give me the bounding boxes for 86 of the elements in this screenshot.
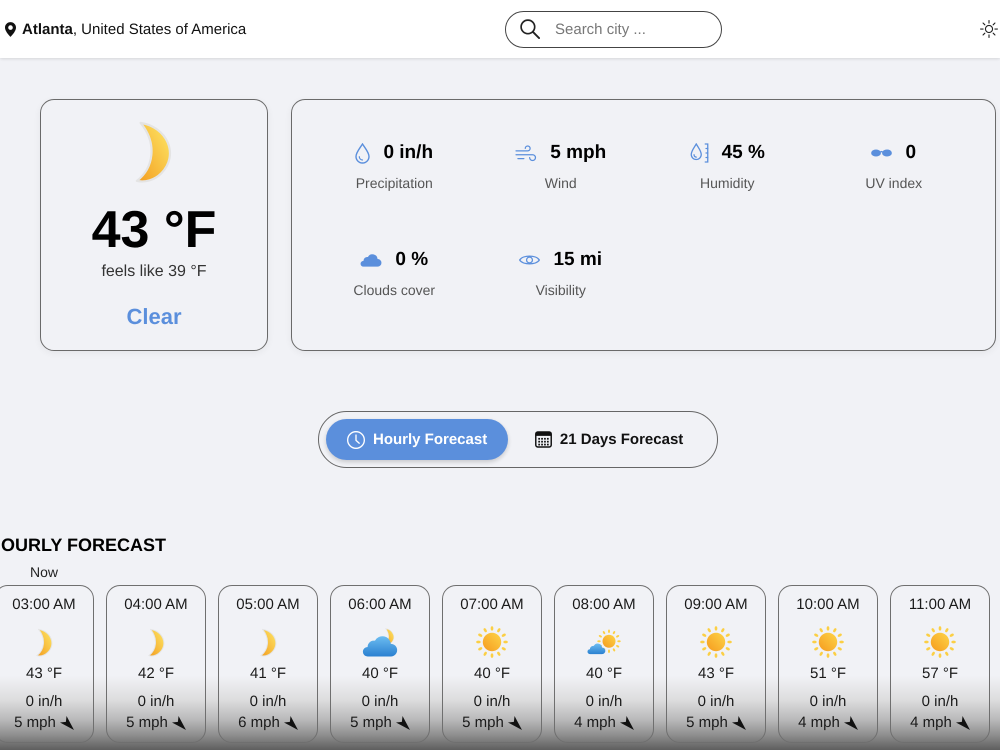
crescent-moon-icon [260, 628, 276, 656]
hour-precipitation: 0 in/h [250, 693, 286, 711]
sun-icon [924, 626, 956, 658]
hour-wind-speed: 5 mph [14, 714, 56, 732]
navigation-arrow-icon [844, 716, 858, 730]
hour-wind-speed: 5 mph [350, 714, 392, 732]
clock-icon [347, 430, 365, 448]
water-drop-icon [355, 142, 370, 164]
sun-icon[interactable] [980, 20, 998, 38]
hour-wind-speed: 5 mph [686, 714, 728, 732]
navigation-arrow-icon [508, 716, 522, 730]
hour-temperature: 41 °F [250, 665, 286, 683]
detail-value: 0 % [395, 249, 428, 271]
hour-wind-speed: 4 mph [910, 714, 952, 732]
hour-time: 08:00 AM [572, 596, 636, 614]
hour-precipitation: 0 in/h [26, 693, 62, 711]
detail-value: 15 mi [553, 249, 602, 271]
detail-label: Clouds cover [353, 281, 436, 299]
current-temperature: 43 °F [92, 202, 216, 258]
hour-wind-speed: 5 mph [462, 714, 504, 732]
hour-precipitation: 0 in/h [810, 693, 846, 711]
hour-wind-speed: 4 mph [574, 714, 616, 732]
hour-temperature: 40 °F [474, 665, 510, 683]
hour-time: 04:00 AM [124, 596, 188, 614]
detail-value: 0 [905, 142, 916, 164]
hour-precipitation: 0 in/h [586, 693, 622, 711]
location-pin-icon [5, 22, 16, 36]
crescent-moon-icon [36, 628, 52, 656]
sun-behind-cloud-icon [587, 629, 621, 655]
detail-label: Visibility [536, 281, 586, 299]
sun-icon [476, 626, 508, 658]
hour-temperature: 40 °F [586, 665, 622, 683]
hour-temperature: 42 °F [138, 665, 174, 683]
forecast-tab[interactable]: 21 Days Forecast [508, 419, 710, 460]
sunglasses-icon [871, 149, 892, 157]
navigation-arrow-icon [396, 716, 410, 730]
navigation-arrow-icon [60, 716, 74, 730]
location-text: Atlanta, United States of America [22, 20, 246, 38]
navigation-arrow-icon [956, 716, 970, 730]
hour-temperature: 51 °F [810, 665, 846, 683]
hour-time: 11:00 AM [908, 596, 972, 614]
hour-temperature: 43 °F [698, 665, 734, 683]
hour-temperature: 40 °F [362, 665, 398, 683]
detail-label: Wind [544, 174, 577, 192]
navigation-arrow-icon [172, 716, 186, 730]
hour-precipitation: 0 in/h [138, 693, 174, 711]
hour-time: 10:00 AM [796, 596, 860, 614]
hour-precipitation: 0 in/h [474, 693, 510, 711]
search-field[interactable]: Search city ... [505, 10, 722, 48]
condition-text: Clear [126, 304, 182, 330]
detail-value: 0 in/h [383, 142, 434, 164]
detail-label: UV index [865, 174, 922, 192]
hour-time: 05:00 AM [236, 596, 300, 614]
cloud-icon [360, 254, 382, 266]
hour-time: 09:00 AM [684, 596, 748, 614]
hour-precipitation: 0 in/h [362, 693, 398, 711]
eye-icon [519, 254, 540, 266]
detail-value: 45 % [722, 142, 765, 164]
search-icon [520, 19, 540, 39]
hour-time: 03:00 AM [12, 596, 76, 614]
cloud-and-moon-icon [362, 628, 398, 656]
detail-value: 5 mph [550, 142, 606, 164]
navigation-arrow-icon [620, 716, 634, 730]
hour-temperature: 43 °F [26, 665, 62, 683]
sun-icon [812, 626, 844, 658]
feels-like-text: feels like 39 °F [101, 262, 207, 282]
calendar-icon [534, 431, 552, 448]
detail-label: Humidity [700, 174, 754, 192]
drop-with-scale-icon [690, 143, 709, 163]
hour-wind-speed: 4 mph [798, 714, 840, 732]
hour-temperature: 57 °F [922, 665, 958, 683]
now-label: Now [30, 563, 58, 581]
section-title: OURLY FORECAST [0, 534, 168, 556]
navigation-arrow-icon [732, 716, 746, 730]
hour-wind-speed: 5 mph [126, 714, 168, 732]
hour-precipitation: 0 in/h [698, 693, 734, 711]
navigation-arrow-icon [284, 716, 298, 730]
hour-time: 07:00 AM [460, 596, 524, 614]
crescent-moon-icon [135, 120, 173, 184]
wind-icon [515, 144, 538, 162]
crescent-moon-icon [148, 628, 164, 656]
hour-precipitation: 0 in/h [922, 693, 958, 711]
hour-wind-speed: 6 mph [238, 714, 280, 732]
sun-icon [700, 626, 732, 658]
detail-label: Precipitation [356, 174, 433, 192]
hour-time: 06:00 AM [348, 596, 412, 614]
